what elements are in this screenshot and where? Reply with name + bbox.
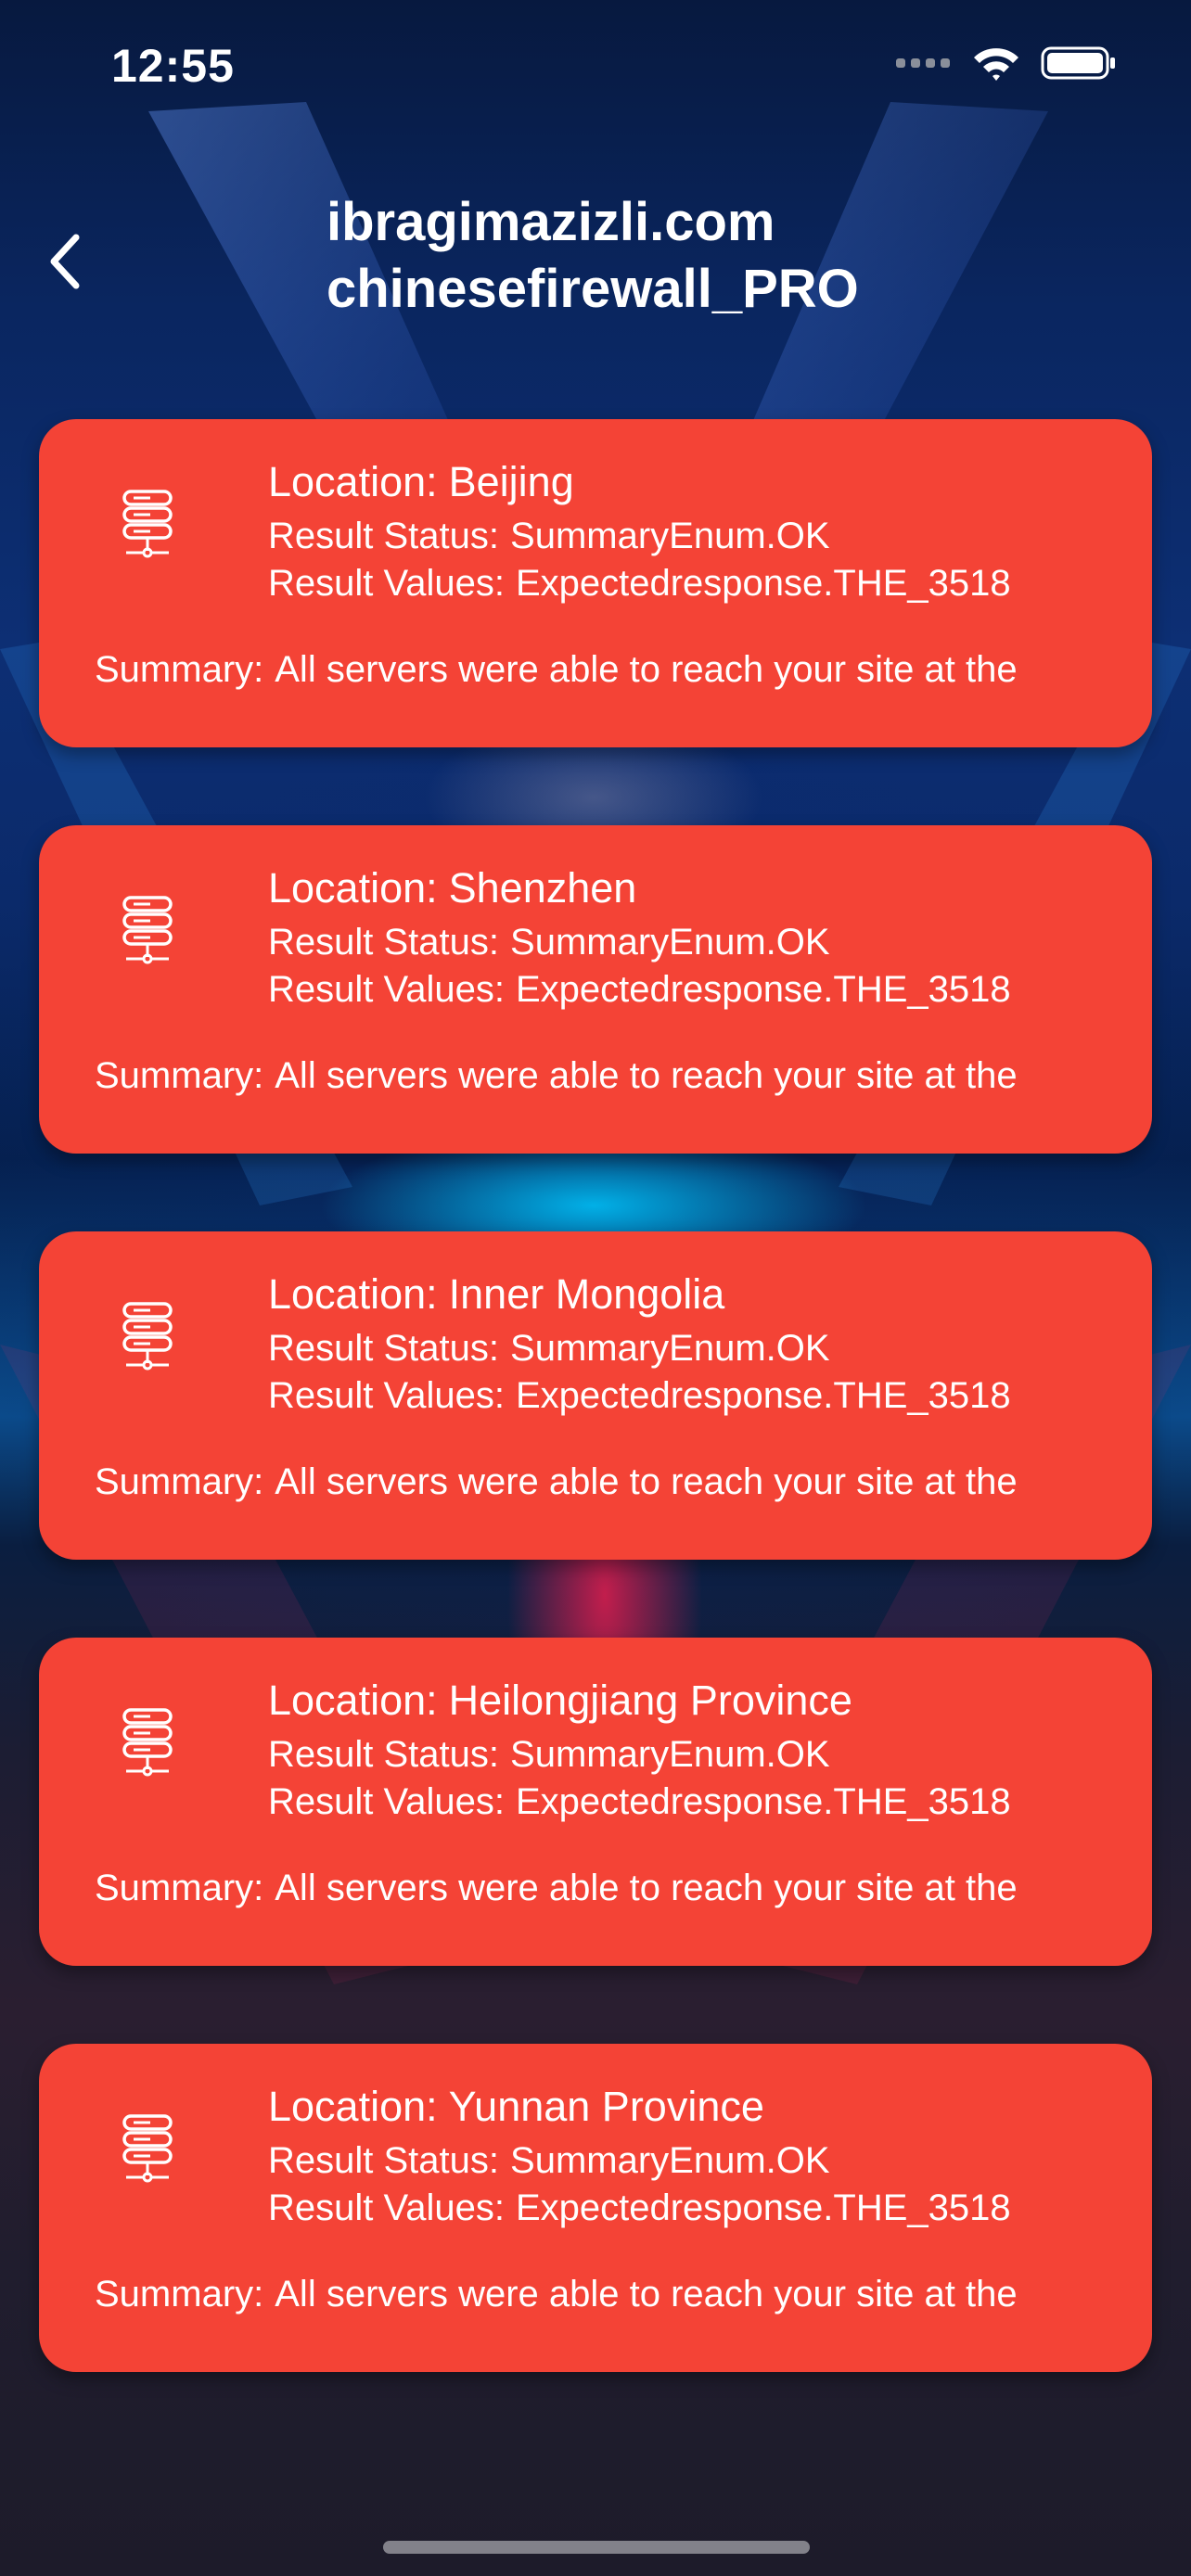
status-label: Result Status: [268, 1734, 500, 1775]
back-button[interactable] [37, 224, 93, 299]
values-value: Expectedresponse.THE_3518 [515, 1375, 1011, 1416]
server-icon [115, 2112, 180, 2187]
values-label: Result Values: [268, 2187, 505, 2228]
status-label: Result Status: [268, 516, 500, 556]
status-label: Result Status: [268, 2140, 500, 2181]
location-label: Location: [268, 2083, 438, 2130]
app-header: ibragimazizli.com chinesefirewall_PRO [0, 176, 1191, 343]
summary-label: Summary: [95, 1868, 264, 1908]
result-values: Result Values: Expectedresponse.THE_3518 [268, 969, 1011, 1011]
summary-label: Summary: [95, 2274, 264, 2315]
status-value: SummaryEnum.OK [510, 2140, 830, 2181]
status-value: SummaryEnum.OK [510, 516, 830, 556]
values-value: Expectedresponse.THE_3518 [515, 969, 1011, 1010]
status-value: SummaryEnum.OK [510, 922, 830, 963]
location-value: Inner Mongolia [448, 1270, 725, 1318]
values-label: Result Values: [268, 1375, 505, 1416]
result-values: Result Values: Expectedresponse.THE_3518 [268, 2187, 1011, 2229]
status-value: SummaryEnum.OK [510, 1328, 830, 1369]
location-text: Location: Inner Mongolia [268, 1270, 724, 1319]
status-value: SummaryEnum.OK [510, 1734, 830, 1775]
location-text: Location: Shenzhen [268, 864, 636, 912]
summary-text: Summary: All servers were able to reach y… [95, 1055, 1137, 1097]
result-card[interactable]: Location: Inner Mongolia Result Status: Su… [39, 1231, 1152, 1560]
result-card[interactable]: Location: Beijing Result Status: SummaryEn… [39, 419, 1152, 747]
summary-text: Summary: All servers were able to reach y… [95, 649, 1137, 691]
summary-text: Summary: All servers were able to reach y… [95, 1461, 1137, 1503]
result-card[interactable]: Location: Yunnan Province Result Status: S… [39, 2044, 1152, 2372]
chevron-left-icon [50, 234, 80, 289]
title-domain: ibragimazizli.com [327, 192, 775, 252]
status-label: Result Status: [268, 922, 500, 963]
values-value: Expectedresponse.THE_3518 [515, 563, 1011, 604]
cellular-dots-icon [896, 57, 952, 74]
location-value: Shenzhen [448, 864, 637, 912]
location-text: Location: Heilongjiang Province [268, 1677, 852, 1725]
result-card[interactable]: Location: Heilongjiang Province Result St… [39, 1638, 1152, 1966]
summary-text: Summary: All servers were able to reach y… [95, 2274, 1137, 2315]
result-status: Result Status: SummaryEnum.OK [268, 1328, 830, 1370]
values-label: Result Values: [268, 563, 505, 604]
page-title: ibragimazizli.com chinesefirewall_PRO [327, 189, 859, 323]
result-values: Result Values: Expectedresponse.THE_3518 [268, 1375, 1011, 1417]
summary-value: All servers were able to reach your site… [275, 1461, 1018, 1502]
summary-value: All servers were able to reach your site… [275, 2274, 1018, 2315]
summary-label: Summary: [95, 1461, 264, 1502]
location-label: Location: [268, 458, 438, 505]
values-value: Expectedresponse.THE_3518 [515, 2187, 1011, 2228]
server-icon [115, 1300, 180, 1374]
summary-value: All servers were able to reach your site… [275, 1055, 1018, 1096]
values-label: Result Values: [268, 969, 505, 1010]
result-status: Result Status: SummaryEnum.OK [268, 1734, 830, 1776]
server-icon [115, 1706, 180, 1780]
result-status: Result Status: SummaryEnum.OK [268, 922, 830, 963]
result-values: Result Values: Expectedresponse.THE_3518 [268, 563, 1011, 605]
location-label: Location: [268, 1677, 438, 1724]
results-list: Location: Beijing Result Status: SummaryEn… [39, 419, 1152, 2450]
summary-label: Summary: [95, 1055, 264, 1096]
result-status: Result Status: SummaryEnum.OK [268, 516, 830, 557]
summary-value: All servers were able to reach your site… [275, 649, 1018, 690]
summary-label: Summary: [95, 649, 264, 690]
server-icon [115, 894, 180, 968]
location-label: Location: [268, 1270, 438, 1318]
battery-icon [1041, 45, 1117, 86]
summary-text: Summary: All servers were able to reach y… [95, 1868, 1137, 1909]
home-indicator[interactable] [383, 2541, 810, 2554]
values-value: Expectedresponse.THE_3518 [515, 1781, 1011, 1822]
result-status: Result Status: SummaryEnum.OK [268, 2140, 830, 2182]
values-label: Result Values: [268, 1781, 505, 1822]
summary-value: All servers were able to reach your site… [275, 1868, 1018, 1908]
status-icons [896, 45, 1117, 86]
location-value: Beijing [448, 458, 574, 505]
result-values: Result Values: Expectedresponse.THE_3518 [268, 1781, 1011, 1823]
location-label: Location: [268, 864, 438, 912]
location-text: Location: Yunnan Province [268, 2083, 764, 2131]
server-icon [115, 488, 180, 562]
status-label: Result Status: [268, 1328, 500, 1369]
title-test-name: chinesefirewall_PRO [327, 259, 859, 319]
wifi-icon [972, 45, 1020, 86]
status-bar: 12:55 [0, 0, 1191, 130]
location-value: Yunnan Province [448, 2083, 764, 2130]
result-card[interactable]: Location: Shenzhen Result Status: SummaryE… [39, 825, 1152, 1154]
status-time: 12:55 [111, 40, 235, 92]
location-text: Location: Beijing [268, 458, 574, 506]
location-value: Heilongjiang Province [448, 1677, 852, 1724]
